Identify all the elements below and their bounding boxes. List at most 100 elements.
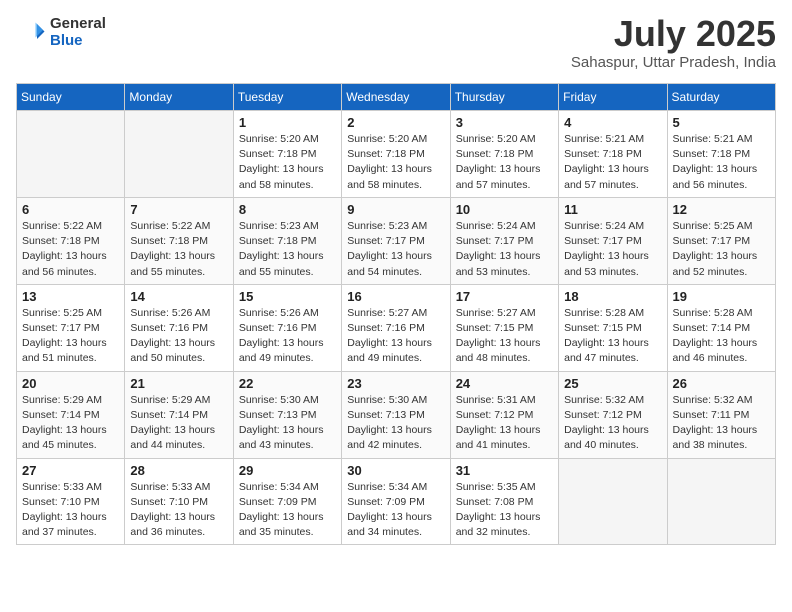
calendar-cell: 30 Sunrise: 5:34 AMSunset: 7:09 PMDayligh… [342, 458, 450, 545]
day-info: Sunrise: 5:22 AMSunset: 7:18 PMDaylight:… [130, 219, 227, 280]
month-title: July 2025 [571, 16, 776, 52]
logo-general: General [50, 16, 106, 33]
day-info: Sunrise: 5:27 AMSunset: 7:16 PMDaylight:… [347, 306, 444, 367]
column-header-tuesday: Tuesday [233, 84, 341, 111]
logo-blue: Blue [50, 33, 106, 50]
day-info: Sunrise: 5:31 AMSunset: 7:12 PMDaylight:… [456, 393, 553, 454]
day-info: Sunrise: 5:23 AMSunset: 7:18 PMDaylight:… [239, 219, 336, 280]
day-info: Sunrise: 5:23 AMSunset: 7:17 PMDaylight:… [347, 219, 444, 280]
calendar-cell: 6Sunrise: 5:22 AMSunset: 7:18 PMDaylight… [17, 197, 125, 284]
column-header-friday: Friday [559, 84, 667, 111]
column-header-wednesday: Wednesday [342, 84, 450, 111]
calendar-cell: 23 Sunrise: 5:30 AMSunset: 7:13 PMDayligh… [342, 371, 450, 458]
week-row-1: 1 Sunrise: 5:20 AMSunset: 7:18 PMDaylight… [17, 111, 776, 198]
calendar-cell: 10Sunrise: 5:24 AMSunset: 7:17 PMDayligh… [450, 197, 558, 284]
column-header-saturday: Saturday [667, 84, 775, 111]
day-info: Sunrise: 5:28 AMSunset: 7:14 PMDaylight:… [673, 306, 770, 367]
week-row-4: 20 Sunrise: 5:29 AMSunset: 7:14 PMDayligh… [17, 371, 776, 458]
calendar-cell: 2Sunrise: 5:20 AMSunset: 7:18 PMDaylight… [342, 111, 450, 198]
day-number: 4 [564, 115, 661, 130]
day-number: 3 [456, 115, 553, 130]
column-header-thursday: Thursday [450, 84, 558, 111]
day-info: Sunrise: 5:33 AMSunset: 7:10 PMDaylight:… [22, 480, 119, 541]
calendar-cell: 1 Sunrise: 5:20 AMSunset: 7:18 PMDaylight… [233, 111, 341, 198]
calendar-cell: 12 Sunrise: 5:25 AMSunset: 7:17 PMDayligh… [667, 197, 775, 284]
calendar-cell: 13 Sunrise: 5:25 AMSunset: 7:17 PMDayligh… [17, 284, 125, 371]
day-number: 22 [239, 376, 336, 391]
day-number: 13 [22, 289, 119, 304]
logo-icon [16, 18, 46, 48]
day-info: Sunrise: 5:30 AMSunset: 7:13 PMDaylight:… [347, 393, 444, 454]
day-info: Sunrise: 5:24 AMSunset: 7:17 PMDaylight:… [456, 219, 553, 280]
calendar-cell: 29 Sunrise: 5:34 AMSunset: 7:09 PMDayligh… [233, 458, 341, 545]
week-row-5: 27 Sunrise: 5:33 AMSunset: 7:10 PMDayligh… [17, 458, 776, 545]
calendar-cell: 25Sunrise: 5:32 AMSunset: 7:12 PMDayligh… [559, 371, 667, 458]
day-info: Sunrise: 5:34 AMSunset: 7:09 PMDaylight:… [239, 480, 336, 541]
calendar-cell [17, 111, 125, 198]
column-header-monday: Monday [125, 84, 233, 111]
calendar-cell: 18Sunrise: 5:28 AMSunset: 7:15 PMDayligh… [559, 284, 667, 371]
day-number: 27 [22, 463, 119, 478]
calendar-cell [559, 458, 667, 545]
day-info: Sunrise: 5:33 AMSunset: 7:10 PMDaylight:… [130, 480, 227, 541]
calendar-cell: 19Sunrise: 5:28 AMSunset: 7:14 PMDayligh… [667, 284, 775, 371]
day-number: 5 [673, 115, 770, 130]
calendar-cell: 5 Sunrise: 5:21 AMSunset: 7:18 PMDaylight… [667, 111, 775, 198]
week-row-2: 6Sunrise: 5:22 AMSunset: 7:18 PMDaylight… [17, 197, 776, 284]
day-number: 28 [130, 463, 227, 478]
calendar-cell: 9Sunrise: 5:23 AMSunset: 7:17 PMDaylight… [342, 197, 450, 284]
calendar-cell: 8 Sunrise: 5:23 AMSunset: 7:18 PMDaylight… [233, 197, 341, 284]
day-number: 1 [239, 115, 336, 130]
day-number: 29 [239, 463, 336, 478]
week-row-3: 13 Sunrise: 5:25 AMSunset: 7:17 PMDayligh… [17, 284, 776, 371]
day-number: 25 [564, 376, 661, 391]
day-info: Sunrise: 5:27 AMSunset: 7:15 PMDaylight:… [456, 306, 553, 367]
day-info: Sunrise: 5:35 AMSunset: 7:08 PMDaylight:… [456, 480, 553, 541]
day-info: Sunrise: 5:21 AMSunset: 7:18 PMDaylight:… [673, 132, 770, 193]
day-info: Sunrise: 5:25 AMSunset: 7:17 PMDaylight:… [22, 306, 119, 367]
calendar-cell: 28 Sunrise: 5:33 AMSunset: 7:10 PMDayligh… [125, 458, 233, 545]
column-header-sunday: Sunday [17, 84, 125, 111]
day-info: Sunrise: 5:32 AMSunset: 7:11 PMDaylight:… [673, 393, 770, 454]
day-number: 11 [564, 202, 661, 217]
day-info: Sunrise: 5:25 AMSunset: 7:17 PMDaylight:… [673, 219, 770, 280]
day-number: 8 [239, 202, 336, 217]
calendar-cell: 22 Sunrise: 5:30 AMSunset: 7:13 PMDayligh… [233, 371, 341, 458]
calendar-cell: 24Sunrise: 5:31 AMSunset: 7:12 PMDayligh… [450, 371, 558, 458]
day-number: 15 [239, 289, 336, 304]
calendar-table: SundayMondayTuesdayWednesdayThursdayFrid… [16, 83, 776, 545]
day-info: Sunrise: 5:20 AMSunset: 7:18 PMDaylight:… [456, 132, 553, 193]
calendar-cell: 20 Sunrise: 5:29 AMSunset: 7:14 PMDayligh… [17, 371, 125, 458]
day-number: 17 [456, 289, 553, 304]
calendar-cell: 16 Sunrise: 5:27 AMSunset: 7:16 PMDayligh… [342, 284, 450, 371]
day-info: Sunrise: 5:22 AMSunset: 7:18 PMDaylight:… [22, 219, 119, 280]
logo-text: General Blue [50, 16, 106, 49]
calendar-cell: 31Sunrise: 5:35 AMSunset: 7:08 PMDayligh… [450, 458, 558, 545]
day-number: 14 [130, 289, 227, 304]
day-number: 23 [347, 376, 444, 391]
day-info: Sunrise: 5:29 AMSunset: 7:14 PMDaylight:… [130, 393, 227, 454]
calendar-cell: 15 Sunrise: 5:26 AMSunset: 7:16 PMDayligh… [233, 284, 341, 371]
day-number: 16 [347, 289, 444, 304]
logo: General Blue [16, 16, 106, 49]
calendar-cell: 26 Sunrise: 5:32 AMSunset: 7:11 PMDayligh… [667, 371, 775, 458]
day-info: Sunrise: 5:34 AMSunset: 7:09 PMDaylight:… [347, 480, 444, 541]
day-info: Sunrise: 5:20 AMSunset: 7:18 PMDaylight:… [239, 132, 336, 193]
day-number: 30 [347, 463, 444, 478]
title-block: July 2025 Sahaspur, Uttar Pradesh, India [571, 16, 776, 71]
calendar-cell: 11 Sunrise: 5:24 AMSunset: 7:17 PMDayligh… [559, 197, 667, 284]
day-info: Sunrise: 5:30 AMSunset: 7:13 PMDaylight:… [239, 393, 336, 454]
day-info: Sunrise: 5:29 AMSunset: 7:14 PMDaylight:… [22, 393, 119, 454]
calendar-cell: 17 Sunrise: 5:27 AMSunset: 7:15 PMDayligh… [450, 284, 558, 371]
day-info: Sunrise: 5:24 AMSunset: 7:17 PMDaylight:… [564, 219, 661, 280]
day-info: Sunrise: 5:26 AMSunset: 7:16 PMDaylight:… [239, 306, 336, 367]
day-number: 18 [564, 289, 661, 304]
calendar-cell: 7Sunrise: 5:22 AMSunset: 7:18 PMDaylight… [125, 197, 233, 284]
calendar-cell: 21Sunrise: 5:29 AMSunset: 7:14 PMDayligh… [125, 371, 233, 458]
day-number: 26 [673, 376, 770, 391]
day-number: 20 [22, 376, 119, 391]
calendar-cell [125, 111, 233, 198]
calendar-cell: 3 Sunrise: 5:20 AMSunset: 7:18 PMDaylight… [450, 111, 558, 198]
calendar-cell: 27 Sunrise: 5:33 AMSunset: 7:10 PMDayligh… [17, 458, 125, 545]
day-number: 12 [673, 202, 770, 217]
